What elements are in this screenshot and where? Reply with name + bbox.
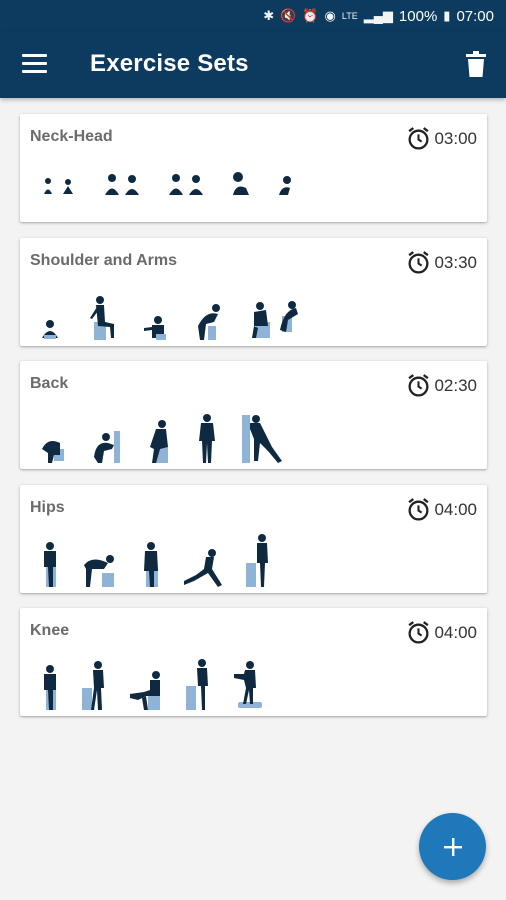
exercise-set-duration: 04:00 <box>406 497 477 522</box>
page-title: Exercise Sets <box>90 50 249 77</box>
alarm-clock-icon <box>408 498 430 521</box>
network-type-label: LTE <box>341 11 358 21</box>
exercise-thumbnail <box>246 533 270 587</box>
alarm-clock-icon <box>408 127 430 150</box>
exercise-set-title: Hips <box>30 499 65 516</box>
exercise-thumbnail <box>90 427 122 463</box>
status-bar: ✱ 🔇 ⏰ ◉ LTE ▂▄▆ 100% ▮ 07:00 <box>0 0 506 32</box>
alarm-status-icon: ⏰ <box>302 8 319 23</box>
exercise-set-card-neck-head[interactable]: Neck-Head 03:00 <box>20 114 487 222</box>
signal-icon: ▂▄▆ <box>363 8 393 23</box>
exercise-thumbnail <box>242 413 288 463</box>
exercise-set-card-hips[interactable]: Hips 04:00 <box>20 485 487 593</box>
exercise-thumbnail <box>196 413 218 463</box>
add-exercise-set-button[interactable] <box>419 813 486 880</box>
clock: 07:00 <box>456 7 494 25</box>
alarm-clock-icon <box>408 374 430 397</box>
exercise-set-title: Back <box>30 375 69 392</box>
exercise-set-card-back[interactable]: Back 02:30 <box>20 361 487 469</box>
exercise-thumbnail <box>250 300 302 340</box>
exercise-set-title: Shoulder and Arms <box>30 252 177 269</box>
alarm-clock-icon <box>408 251 430 274</box>
exercise-thumbnail <box>146 419 172 463</box>
exercise-set-card-shoulder-and-arms[interactable]: Shoulder and Arms 03:30 <box>20 238 487 346</box>
exercise-thumbnail <box>40 664 60 710</box>
exercise-set-duration: 03:30 <box>406 250 477 275</box>
exercise-set-duration: 03:00 <box>406 126 477 151</box>
exercise-thumbnail <box>232 660 266 710</box>
app-bar: Exercise Sets <box>0 32 506 98</box>
wifi-icon: ◉ <box>324 8 336 23</box>
bluetooth-icon: ✱ <box>263 8 275 23</box>
exercise-thumbnail <box>86 294 118 340</box>
exercise-thumbnail <box>184 547 224 587</box>
exercise-thumbnail <box>130 670 164 710</box>
exercise-set-title: Knee <box>30 622 70 639</box>
battery-icon: ▮ <box>443 8 451 23</box>
exercise-thumbnail <box>194 300 224 340</box>
exercise-thumbnail <box>276 174 294 196</box>
exercise-thumbnail <box>144 314 168 340</box>
duration-value: 04:00 <box>434 499 477 519</box>
exercise-thumbnail <box>102 170 142 196</box>
exercise-thumbnail <box>230 170 252 196</box>
exercise-thumbnail <box>40 541 60 587</box>
exercise-set-title: Neck-Head <box>30 128 113 145</box>
exercise-thumbnail <box>140 541 162 587</box>
exercise-set-duration: 02:30 <box>406 373 477 398</box>
duration-value: 04:00 <box>434 622 477 642</box>
exercise-thumbnail <box>82 551 118 587</box>
exercise-thumbnail <box>40 318 60 340</box>
hamburger-menu-icon[interactable] <box>22 54 47 76</box>
exercise-set-card-knee[interactable]: Knee 04:00 <box>20 608 487 716</box>
exercise-set-duration: 04:00 <box>406 620 477 645</box>
exercise-thumbnail <box>82 660 108 710</box>
battery-level: 100% <box>398 7 438 25</box>
mute-icon: 🔇 <box>280 8 297 23</box>
duration-value: 03:00 <box>434 128 477 148</box>
exercise-thumbnail <box>186 658 210 710</box>
trash-icon[interactable] <box>466 51 486 77</box>
exercise-thumbnail <box>40 435 66 463</box>
alarm-clock-icon <box>408 621 430 644</box>
exercise-thumbnail <box>166 170 206 196</box>
duration-value: 03:30 <box>434 252 477 272</box>
plus-icon <box>443 837 462 856</box>
exercise-thumbnail <box>40 172 78 196</box>
duration-value: 02:30 <box>434 375 477 395</box>
